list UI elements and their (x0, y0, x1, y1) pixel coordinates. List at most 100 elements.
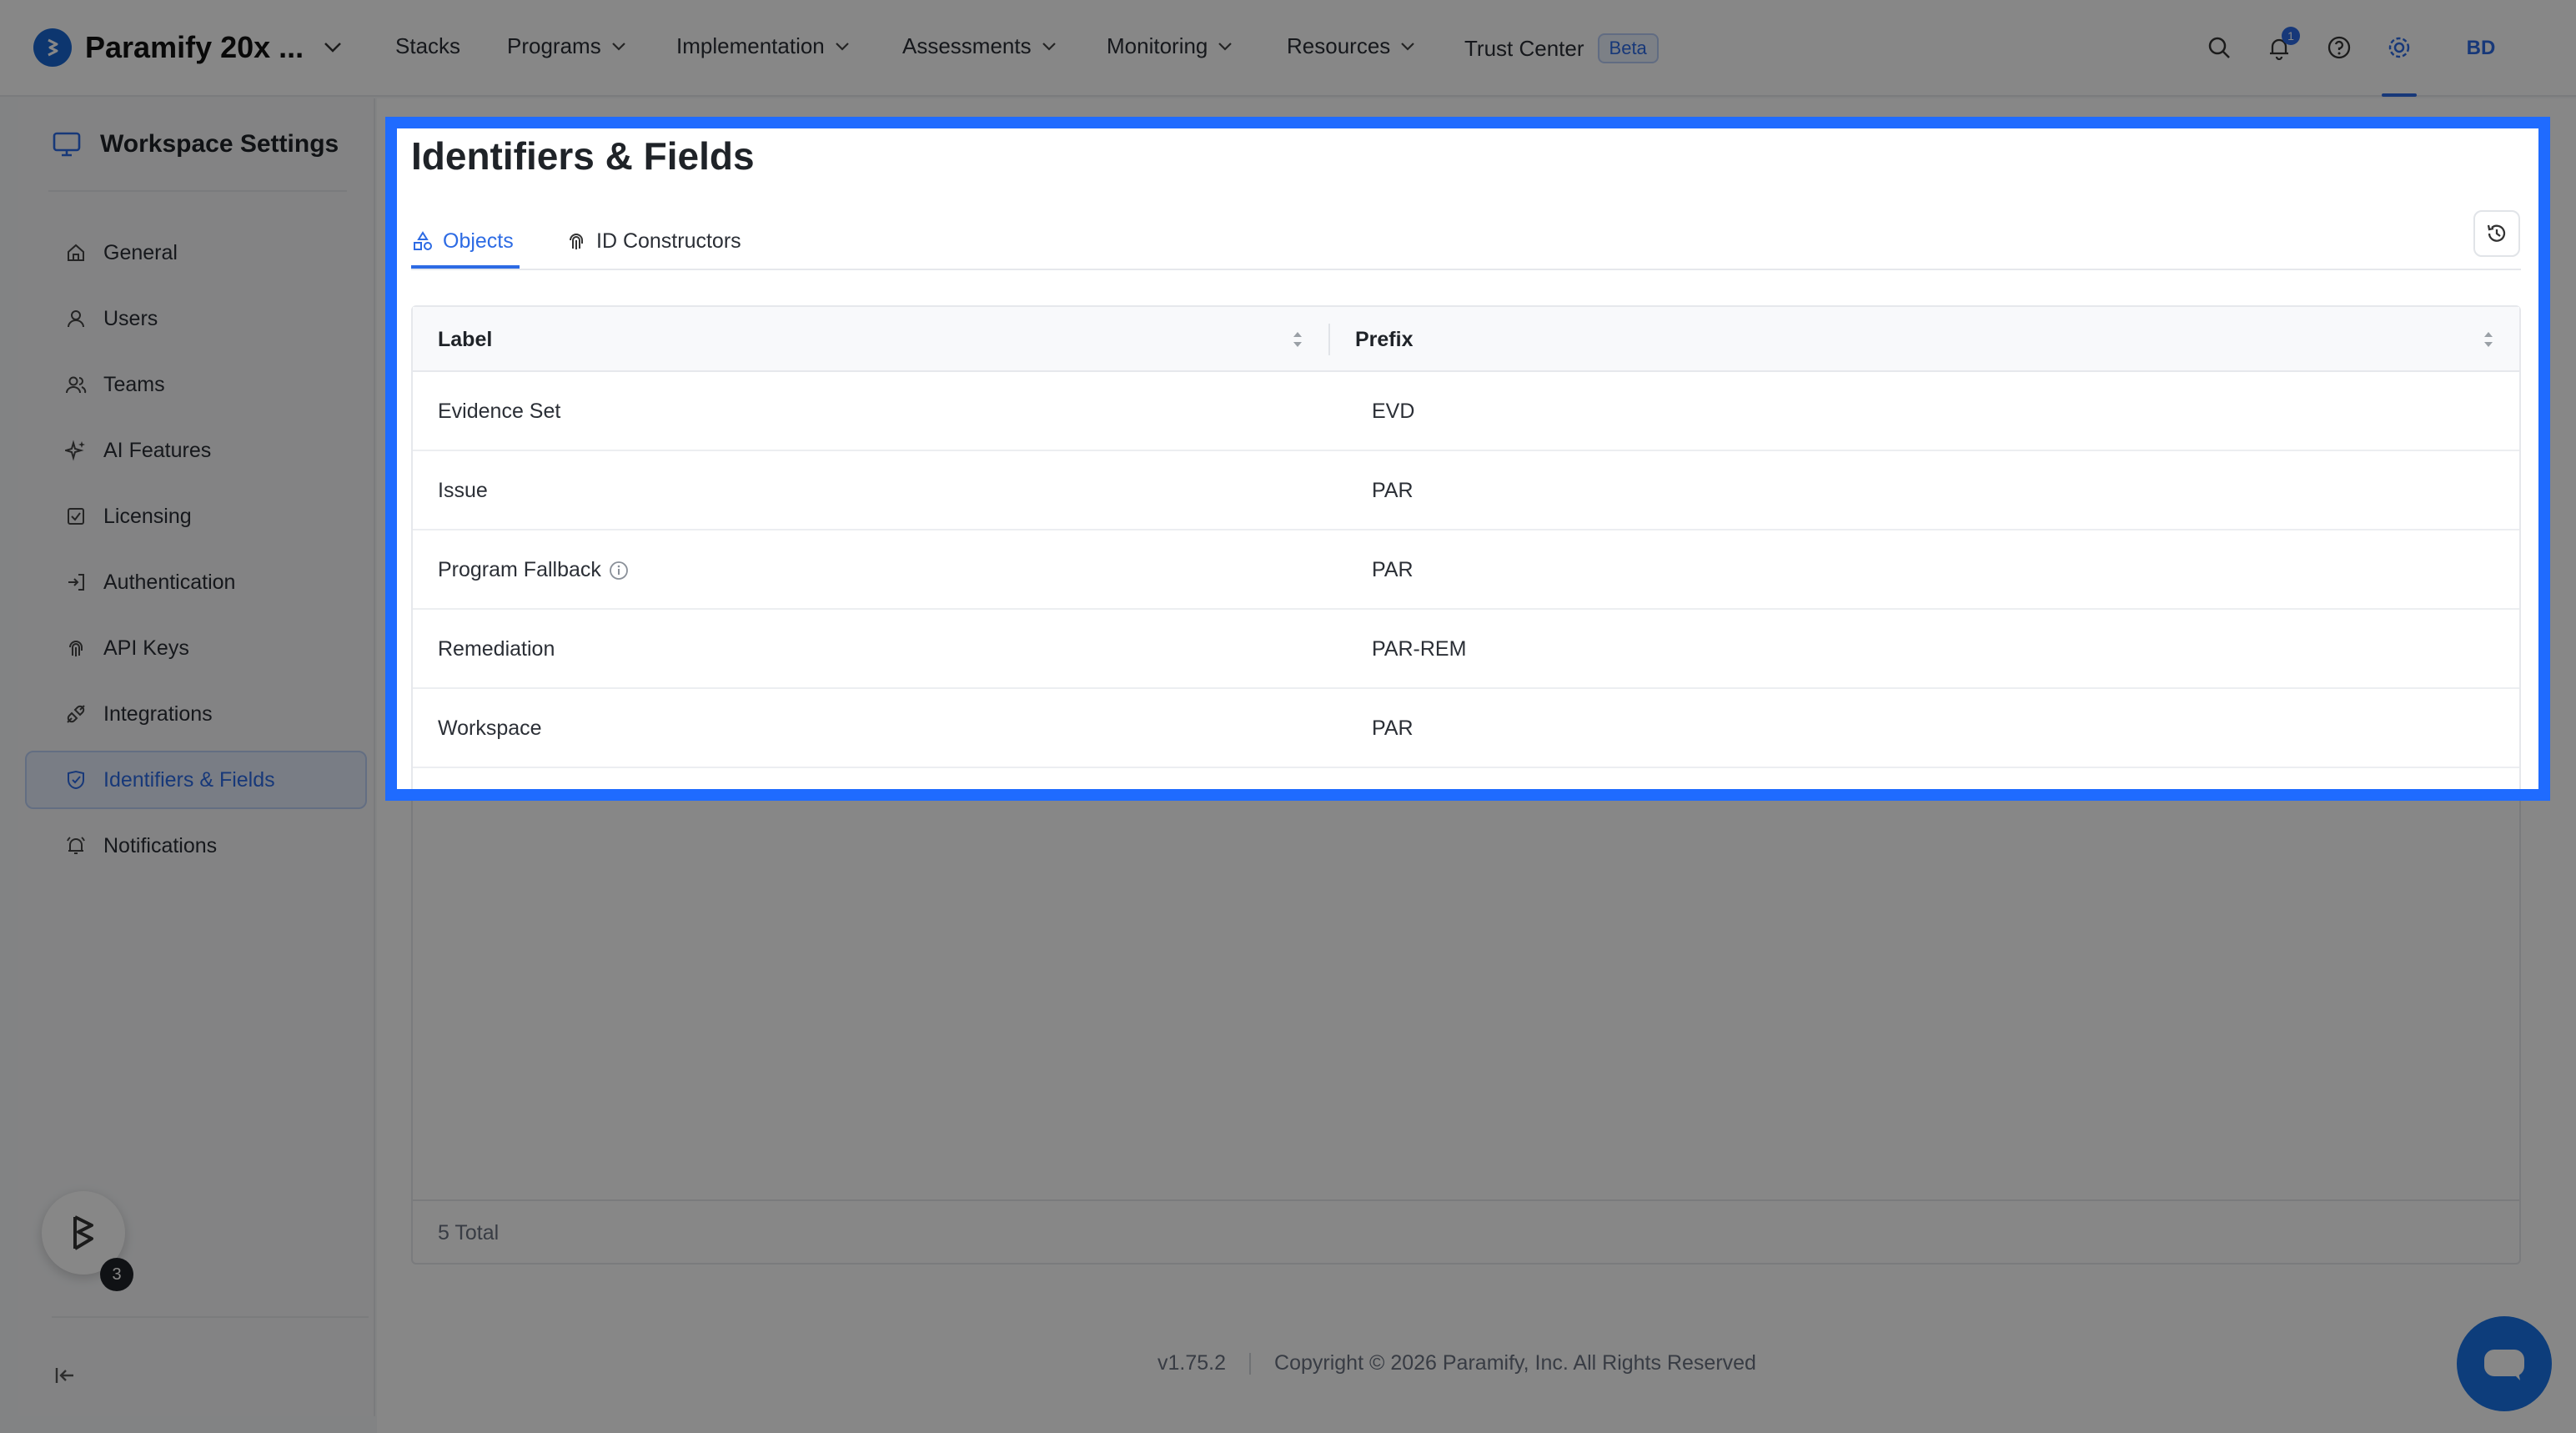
sidebar-item-identifiers-fields[interactable]: Identifiers & Fields (25, 751, 367, 809)
sidebar-item-label: AI Features (103, 438, 212, 462)
copyright-text: Copyright © 2026 Paramify, Inc. All Righ… (1274, 1351, 1756, 1375)
sparkle-icon (63, 438, 88, 463)
tag-icon (63, 767, 88, 792)
sidebar-item-label: General (103, 240, 178, 264)
nav-label: Monitoring (1107, 33, 1208, 58)
table-row[interactable]: Issue PAR (413, 451, 2519, 530)
fingerprint-icon (63, 636, 88, 661)
row-prefix: PAR-REM (1372, 637, 1467, 661)
divider (1249, 1352, 1252, 1375)
nav-label: Assessments (902, 33, 1032, 58)
info-icon[interactable] (608, 560, 630, 581)
column-header-text: Prefix (1355, 327, 1414, 351)
chevron-down-icon (1400, 42, 1415, 52)
chat-button[interactable] (2457, 1316, 2552, 1411)
chevron-down-icon (1042, 42, 1057, 52)
workspace-switcher[interactable]: Paramify 20x ... (33, 28, 342, 67)
sidebar-item-integrations[interactable]: Integrations (25, 685, 367, 743)
tab-id-constructors[interactable]: ID Constructors (566, 220, 741, 262)
divider (52, 1316, 369, 1318)
sidebar-item-teams[interactable]: Teams (25, 355, 367, 414)
table-header: Label Prefix (413, 307, 2519, 372)
notification-count-badge: 1 (2282, 27, 2300, 45)
chevron-down-icon (611, 42, 626, 52)
tab-label: Objects (443, 229, 514, 253)
table-row[interactable]: Program Fallback PAR (413, 530, 2519, 610)
row-label: Remediation (438, 637, 555, 661)
nav-monitoring[interactable]: Monitoring (1107, 33, 1233, 59)
row-label: Issue (438, 479, 488, 502)
sidebar-header: Workspace Settings (52, 130, 339, 158)
row-label-cell: Program Fallback (438, 530, 630, 610)
chat-icon (2484, 1350, 2524, 1380)
tab-objects[interactable]: Objects (413, 220, 514, 262)
login-icon (63, 570, 88, 595)
sidebar-item-label: Licensing (103, 504, 192, 528)
row-prefix: EVD (1372, 400, 1415, 423)
chevron-down-icon (835, 42, 850, 52)
sidebar-item-label: Identifiers & Fields (103, 767, 275, 792)
sidebar-item-label: Users (103, 306, 158, 330)
row-prefix: PAR (1372, 558, 1414, 581)
gear-icon[interactable] (2385, 33, 2413, 62)
sidebar-item-label: API Keys (103, 636, 189, 660)
table-row[interactable]: Remediation PAR-REM (413, 610, 2519, 689)
plug-icon (63, 701, 88, 727)
nav-label: Programs (507, 33, 601, 58)
collapse-sidebar-icon[interactable] (52, 1361, 80, 1390)
page-title: Identifiers & Fields (411, 134, 755, 178)
sidebar-item-label: Notifications (103, 833, 218, 857)
column-divider (1328, 324, 1330, 355)
objects-table: Label Prefix Evidence Set EVD Issue PAR … (411, 305, 2521, 1265)
user-avatar[interactable]: BD (2463, 30, 2499, 67)
monitor-icon (52, 131, 82, 158)
sidebar-item-licensing[interactable]: Licensing (25, 487, 367, 546)
column-header-text: Label (438, 327, 493, 351)
chevron-down-icon (1218, 42, 1233, 52)
sidebar-item-authentication[interactable]: Authentication (25, 553, 367, 611)
row-label: Evidence Set (438, 400, 561, 423)
column-header-prefix[interactable]: Prefix (1355, 307, 1413, 372)
sidebar-item-notifications[interactable]: Notifications (25, 817, 367, 875)
home-icon (63, 240, 88, 265)
nav-trust-center[interactable]: Trust Center Beta (1464, 33, 1659, 63)
app-version: v1.75.2 (1157, 1351, 1227, 1375)
paramify-mark-icon (73, 1215, 93, 1250)
nav-programs[interactable]: Programs (507, 33, 626, 59)
active-tab-indicator (411, 265, 520, 269)
divider (48, 190, 347, 192)
nav-label: Trust Center (1464, 35, 1584, 61)
beta-badge: Beta (1597, 33, 1659, 63)
row-prefix: PAR (1372, 479, 1414, 502)
history-button[interactable] (2473, 210, 2520, 257)
sidebar-item-ai-features[interactable]: AI Features (25, 421, 367, 480)
tab-label: ID Constructors (596, 229, 741, 253)
sidebar-item-general[interactable]: General (25, 224, 367, 282)
help-circle-icon[interactable] (2325, 33, 2353, 62)
sort-icon[interactable] (2481, 327, 2496, 352)
bell-icon[interactable]: 1 (2265, 27, 2300, 62)
license-icon (63, 504, 88, 529)
sidebar-item-label: Authentication (103, 570, 236, 594)
shapes-icon (413, 231, 433, 251)
paramify-logo-icon (33, 28, 72, 67)
fingerprint-icon (566, 231, 586, 251)
workspace-name: Paramify 20x ... (85, 30, 304, 64)
table-row[interactable]: Workspace PAR (413, 689, 2519, 768)
column-header-label[interactable]: Label (438, 307, 492, 372)
sidebar-item-users[interactable]: Users (25, 289, 367, 348)
nav-label: Resources (1287, 33, 1391, 58)
bell-ring-icon (63, 833, 88, 858)
row-label: Program Fallback (438, 558, 601, 581)
nav-stacks[interactable]: Stacks (395, 33, 460, 59)
sidebar-item-api-keys[interactable]: API Keys (25, 619, 367, 677)
help-count-badge: 3 (100, 1258, 133, 1291)
table-row[interactable]: Evidence Set EVD (413, 372, 2519, 451)
history-icon (2487, 224, 2506, 242)
nav-resources[interactable]: Resources (1287, 33, 1415, 59)
search-icon[interactable] (2205, 33, 2233, 62)
nav-implementation[interactable]: Implementation (676, 33, 850, 59)
tab-bar: Objects ID Constructors (411, 212, 2521, 270)
sort-icon[interactable] (1290, 327, 1305, 352)
nav-assessments[interactable]: Assessments (902, 33, 1057, 59)
